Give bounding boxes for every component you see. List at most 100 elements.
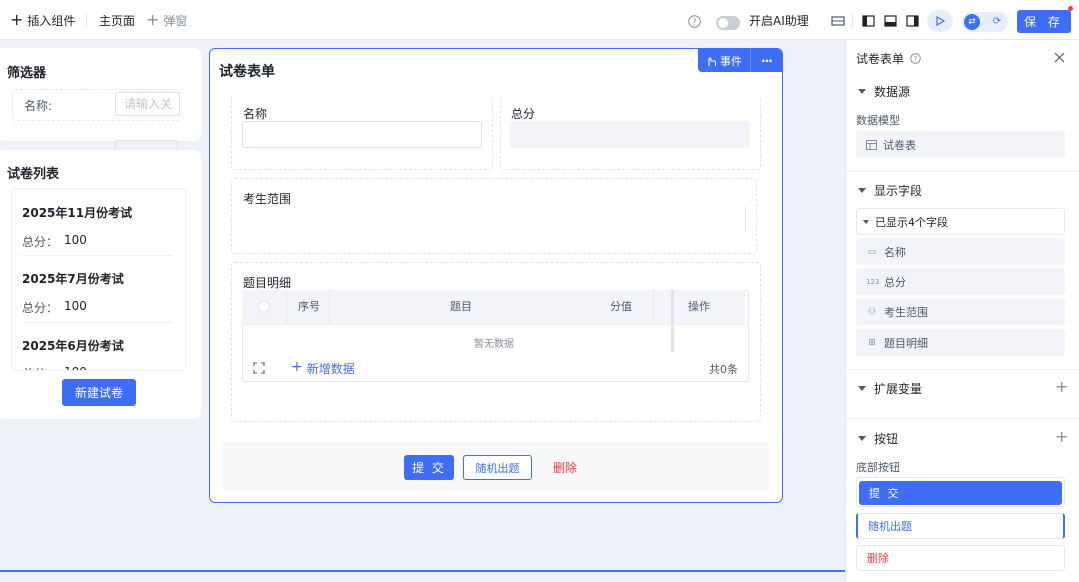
panel-random-button[interactable]: 随机出题 [856, 513, 1065, 539]
fixed-column-shadow [671, 290, 674, 352]
filter-title: 筛选器 [7, 66, 47, 81]
caret-down-icon [863, 219, 869, 224]
design-mode-icon[interactable]: ⇄ [964, 14, 980, 30]
caret-down-icon [858, 386, 866, 391]
column-header: 操作 [688, 300, 710, 313]
range-input[interactable] [242, 206, 746, 233]
help-icon: ? [910, 53, 921, 64]
model-select[interactable]: 试卷表 [856, 131, 1065, 158]
field-item[interactable]: ⊞ 题目明细 [856, 329, 1065, 356]
display-section[interactable]: 显示字段 [858, 182, 922, 199]
field-item[interactable]: ⚇ 考生范围 [856, 298, 1065, 325]
list-divider [22, 322, 172, 323]
mode-switch[interactable]: ⇄ ⟳ [962, 12, 1008, 32]
select-all-checkbox[interactable] [258, 301, 270, 313]
add-variable-icon[interactable]: + [1055, 379, 1068, 395]
field-item[interactable]: 123 总分 [856, 268, 1065, 295]
pointer-icon [708, 56, 717, 66]
panel-delete-button[interactable]: 删除 [856, 545, 1065, 571]
column-header: 题目 [450, 300, 472, 313]
paper-list-title: 试卷列表 [7, 167, 60, 182]
svg-text:?: ? [692, 17, 696, 26]
section-divider [846, 418, 1079, 419]
top-toolbar: + 插入组件 主页面 + 弹窗 ? 开启AI助理 ⇄ ⟳ 保 存 [0, 0, 1079, 40]
list-item-title[interactable]: 2025年11月份考试 [22, 204, 132, 221]
name-input[interactable] [242, 121, 482, 148]
name-label: 名称 [243, 107, 268, 121]
list-item-title[interactable]: 2025年7月份考试 [22, 270, 124, 287]
panel-submit-button[interactable]: 提 交 [859, 481, 1062, 505]
layout-toggle-icon[interactable] [830, 13, 846, 29]
vars-section[interactable]: 扩展变量 [858, 380, 922, 397]
caret-down-icon [858, 436, 866, 441]
list-item-title[interactable]: 2025年6月份考试 [22, 337, 124, 354]
column-divider [653, 290, 654, 324]
field-item[interactable]: ▭ 名称 [856, 238, 1065, 265]
new-paper-button[interactable]: 新建试卷 [62, 379, 136, 406]
model-label: 数据模型 [856, 114, 900, 127]
table-icon [866, 139, 877, 150]
text-field-icon: ▭ [867, 246, 877, 257]
paper-list-card: 试卷列表 2025年11月份考试 总分： 100 2025年7月份考试 总分： 10… [0, 150, 201, 419]
right-panel-icon[interactable] [904, 13, 920, 29]
ai-assistant-toggle[interactable] [716, 16, 740, 30]
preview-play-button[interactable] [927, 10, 953, 32]
section-divider [846, 369, 1079, 370]
total-label: 总分 [511, 107, 536, 121]
toolbar-divider [852, 14, 853, 28]
canvas-bottom-line [0, 570, 845, 572]
range-label: 考生范围 [243, 192, 292, 206]
paper-list: 2025年11月份考试 总分： 100 2025年7月份考试 总分： 100 202… [11, 188, 186, 371]
filter-name-input[interactable]: 请输入关 [115, 92, 180, 116]
save-button[interactable]: 保 存 [1017, 10, 1071, 33]
row-divider [242, 324, 749, 325]
number-field-icon: 123 [866, 277, 880, 286]
panel-title: 试卷表单 ? [856, 50, 921, 67]
insert-component-button[interactable]: + 插入组件 [10, 0, 75, 40]
detail-label: 题目明细 [243, 276, 292, 290]
more-icon[interactable]: ··· [751, 54, 782, 68]
plus-icon: + [146, 10, 160, 29]
caret-down-icon [858, 89, 866, 94]
plus-icon: + [291, 359, 303, 375]
datasource-section[interactable]: 数据源 [858, 83, 910, 100]
display-fields-select[interactable]: 已显示4个字段 [856, 208, 1065, 235]
code-mode-icon[interactable]: ⟳ [989, 14, 1005, 30]
column-divider [329, 290, 330, 324]
list-item-score: 总分：100 [22, 233, 87, 249]
empty-text: 暂无数据 [474, 339, 514, 350]
list-divider [22, 255, 172, 256]
table-field-icon: ⊞ [868, 337, 876, 348]
close-icon[interactable] [1054, 52, 1065, 63]
table-header: 序号 题目 分值 操作 [242, 290, 745, 324]
ai-assistant-label: 开启AI助理 [749, 13, 809, 28]
list-item-score: 总分：100 [22, 365, 87, 370]
svg-text:?: ? [914, 55, 918, 63]
submit-button[interactable]: 提 交 [404, 455, 454, 480]
list-item-score: 总分：100 [22, 299, 87, 315]
popup-tab[interactable]: + 弹窗 [146, 0, 187, 40]
total-input [510, 121, 750, 148]
help-icon[interactable]: ? [686, 13, 702, 29]
fullscreen-icon[interactable] [253, 362, 265, 374]
column-header: 分值 [610, 300, 632, 313]
section-divider [846, 171, 1079, 172]
plus-icon: + [10, 10, 24, 29]
main-page-tab[interactable]: 主页面 [99, 0, 135, 40]
unsaved-dot [1068, 6, 1073, 11]
column-header: 序号 [298, 300, 320, 313]
event-button[interactable]: 事件 [698, 49, 750, 72]
toolbar-divider [86, 14, 87, 28]
random-button[interactable]: 随机出题 [463, 455, 532, 480]
add-row-button[interactable]: + 新增数据 [291, 360, 355, 377]
left-panel-icon[interactable] [860, 13, 876, 29]
form-title: 试卷表单 [219, 64, 275, 80]
delete-button[interactable]: 删除 [542, 455, 588, 480]
add-button-icon[interactable]: + [1055, 429, 1068, 445]
bottom-panel-icon[interactable] [882, 13, 898, 29]
column-divider [286, 290, 287, 324]
buttons-section[interactable]: 按钮 [858, 430, 898, 447]
bottom-buttons-label: 底部按钮 [856, 461, 900, 474]
user-field-icon: ⚇ [867, 306, 877, 317]
filter-name-label: 名称: [24, 99, 53, 113]
